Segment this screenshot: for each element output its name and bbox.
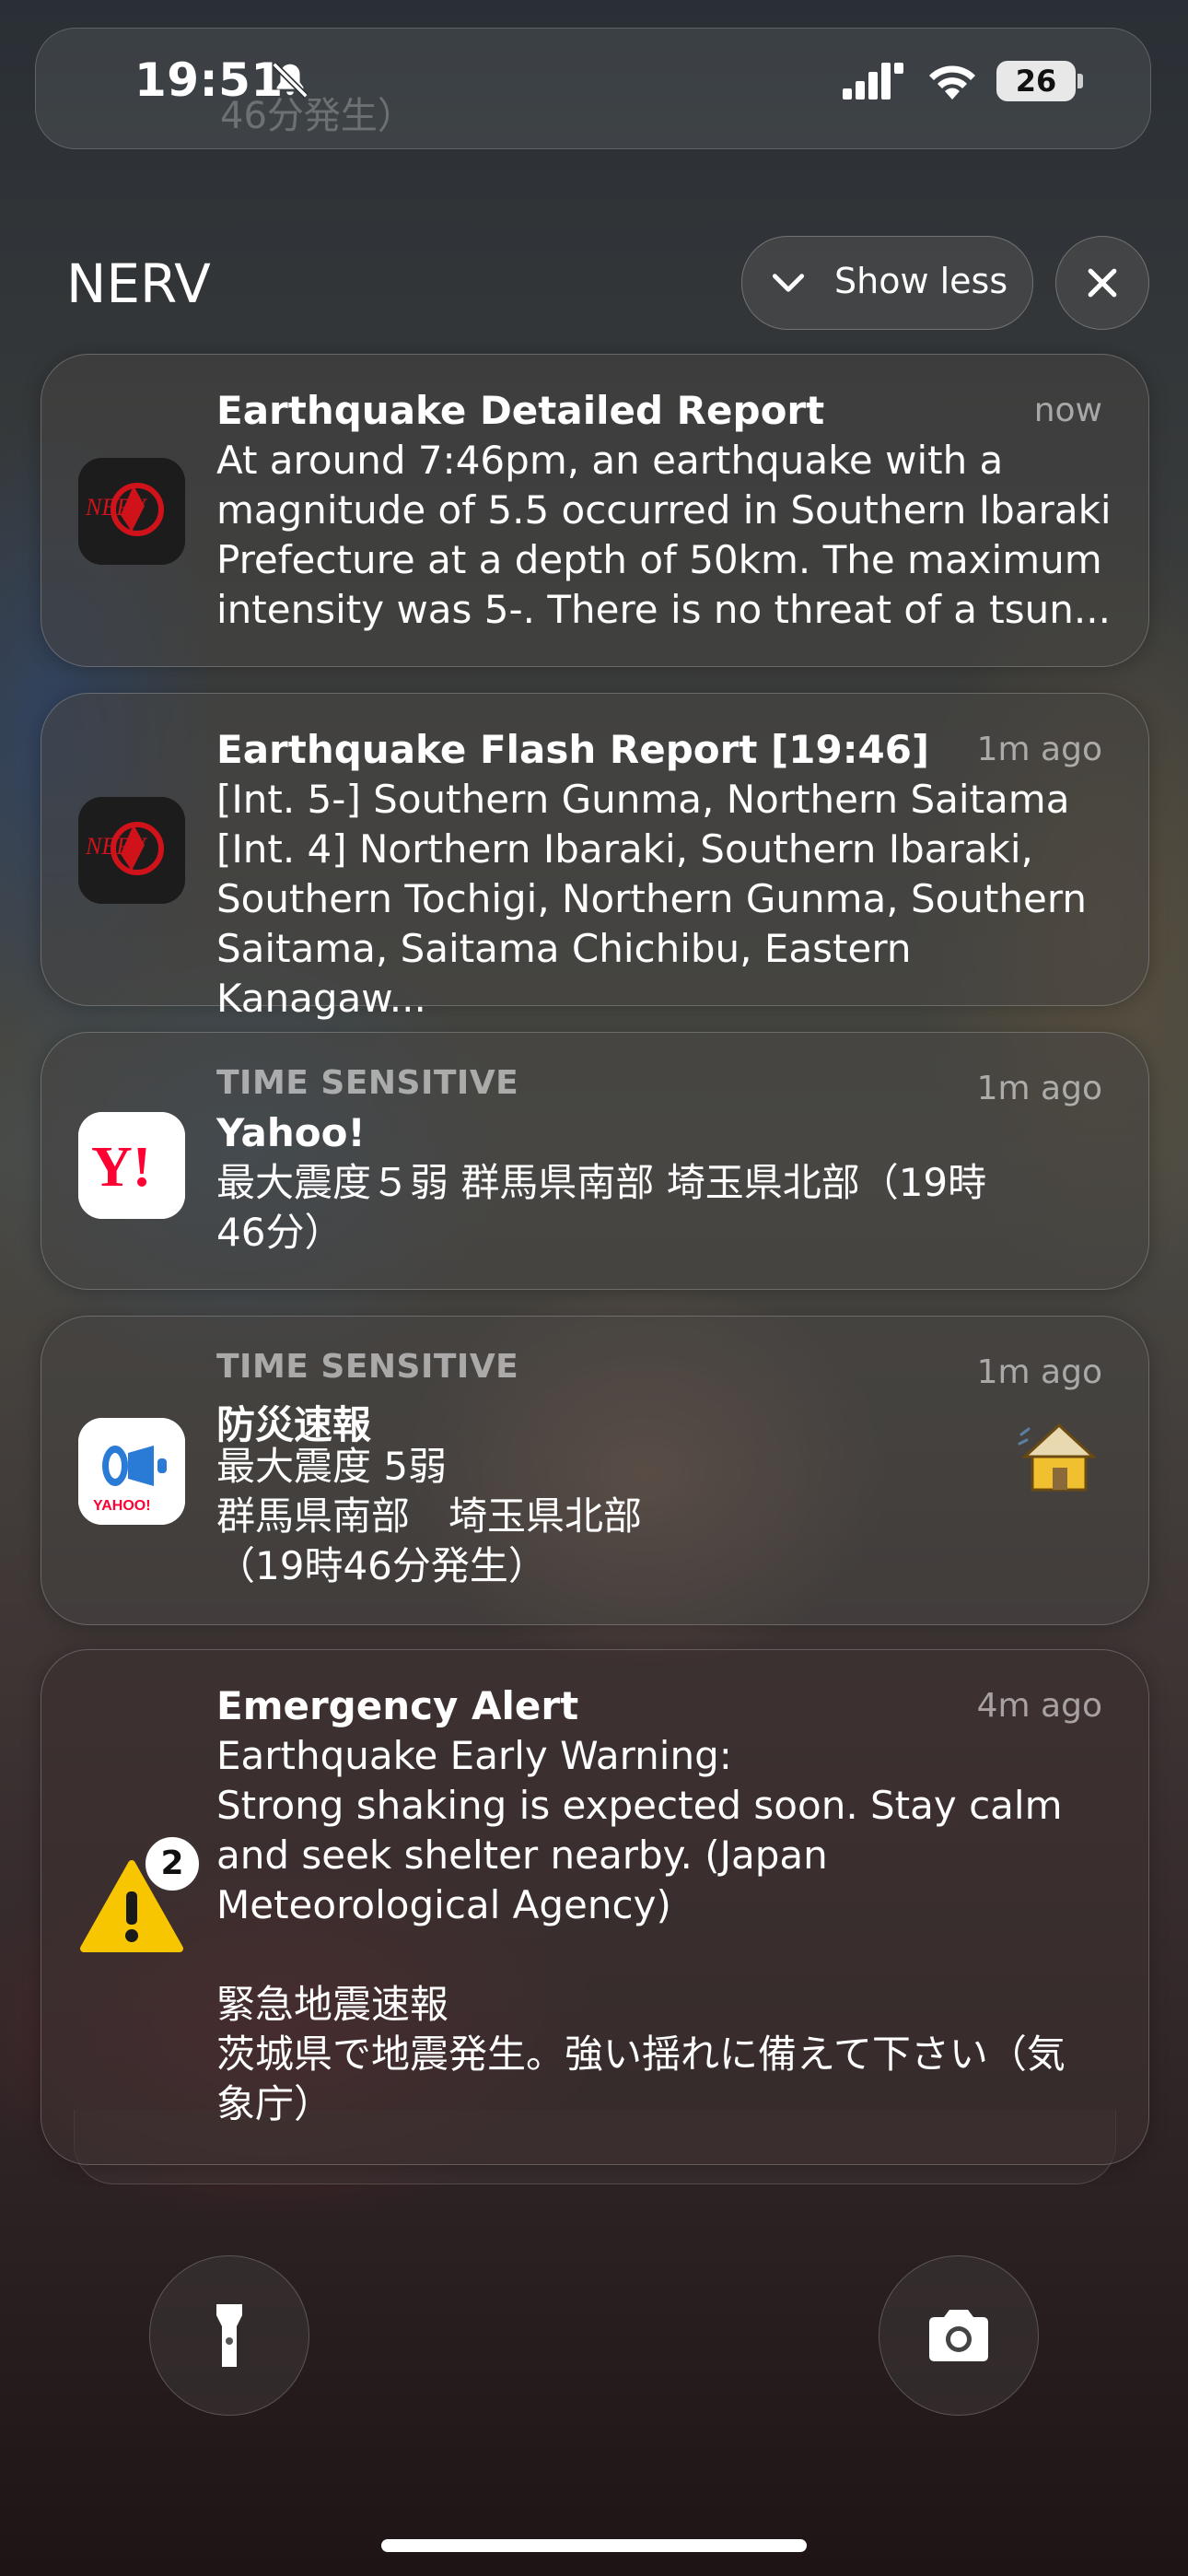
house-shaking-icon xyxy=(1018,1423,1097,1492)
show-less-label: Show less xyxy=(834,261,1008,301)
notification-time: 1m ago xyxy=(976,1070,1102,1107)
home-indicator[interactable] xyxy=(381,2539,807,2552)
chevron-down-icon xyxy=(772,274,805,292)
wifi-icon xyxy=(929,65,975,100)
bell-slash-icon xyxy=(272,62,309,99)
notification-card[interactable]: YAHOO! TIME SENSITIVE 1m ago 防災速報 最大震度 5… xyxy=(41,1316,1149,1625)
battery-level: 26 xyxy=(996,61,1076,101)
notification-body: [Int. 5-] Southern Gunma, Northern Saita… xyxy=(216,777,1088,1021)
notification-time: 1m ago xyxy=(976,1353,1102,1391)
notification-title: Earthquake Detailed Report xyxy=(216,388,825,433)
alert-count-badge: 2 xyxy=(143,1834,202,1893)
notification-card[interactable]: 2 Emergency Alert 4m ago Earthquake Earl… xyxy=(41,1649,1149,2165)
clear-group-button[interactable] xyxy=(1055,236,1149,330)
notification-title: Earthquake Flash Report [19:46] xyxy=(216,727,930,772)
nerv-app-icon: NERV xyxy=(78,797,185,904)
notification-body: 最大震度 5弱 群馬県南部 埼玉県北部 （19時46分発生） xyxy=(216,1444,643,1588)
flashlight-icon xyxy=(216,2304,242,2367)
notification-time: now xyxy=(1033,392,1102,429)
time-sensitive-tag: TIME SENSITIVE xyxy=(216,1348,519,1386)
svg-text:NERV: NERV xyxy=(85,833,148,860)
battery-indicator: 26 xyxy=(996,61,1083,101)
notification-time: 4m ago xyxy=(976,1687,1102,1725)
battery-tip xyxy=(1077,74,1083,88)
notification-body: At around 7:46pm, an earthquake with a m… xyxy=(216,438,1112,632)
notification-card[interactable]: Y! TIME SENSITIVE 1m ago Yahoo! 最大震度５弱 群… xyxy=(41,1032,1149,1290)
svg-text:NERV: NERV xyxy=(85,494,148,521)
notification-group-header: NERV Show less xyxy=(0,236,1188,330)
group-app-name: NERV xyxy=(66,252,211,315)
time-sensitive-tag: TIME SENSITIVE xyxy=(216,1064,519,1102)
notification-title: Yahoo! xyxy=(216,1110,366,1155)
nerv-app-icon: NERV xyxy=(78,458,185,565)
svg-text:YAHOO!: YAHOO! xyxy=(93,1498,151,1514)
status-time: 19:51 xyxy=(134,53,284,107)
notification-card[interactable]: NERV Earthquake Flash Report [19:46] 1m … xyxy=(41,693,1149,1021)
notification-body: 最大震度５弱 群馬県南部 埼玉県北部（19時 46分） xyxy=(216,1160,987,1255)
cellular-signal-icon xyxy=(843,63,903,100)
notification-time: 1m ago xyxy=(976,731,1102,768)
yahoo-app-icon: Y! xyxy=(78,1112,185,1219)
show-less-button[interactable]: Show less xyxy=(741,236,1033,330)
svg-text:Y!: Y! xyxy=(91,1136,151,1199)
flashlight-button[interactable] xyxy=(149,2255,309,2416)
camera-button[interactable] xyxy=(879,2255,1039,2416)
notification-card[interactable]: NERV Earthquake Detailed Report now At a… xyxy=(41,354,1149,667)
status-bar: 46分発生） 19:51 26 xyxy=(0,0,1188,157)
yahoo-bosai-app-icon: YAHOO! xyxy=(78,1418,185,1525)
notification-title: Emergency Alert xyxy=(216,1683,579,1728)
camera-icon xyxy=(929,2310,988,2361)
notification-body: Earthquake Early Warning: Strong shaking… xyxy=(216,1733,1066,2126)
close-icon xyxy=(1088,268,1117,298)
